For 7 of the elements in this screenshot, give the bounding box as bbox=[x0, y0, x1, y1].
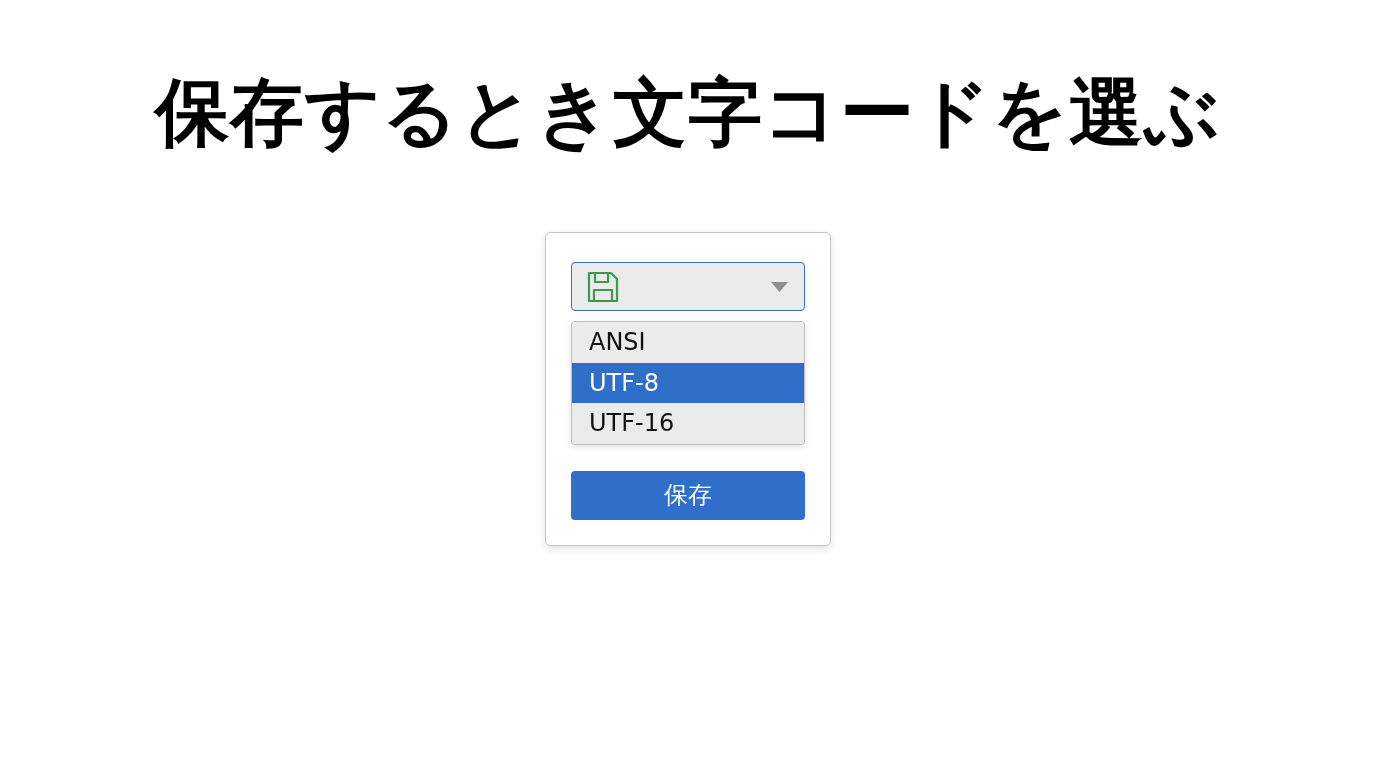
encoding-option[interactable]: UTF-8 bbox=[572, 362, 804, 403]
encoding-option[interactable]: UTF-16 bbox=[572, 403, 804, 444]
encoding-dropdown[interactable] bbox=[571, 262, 805, 311]
encoding-option[interactable]: ANSI bbox=[572, 322, 804, 363]
caret-icon bbox=[771, 281, 788, 292]
page-title: 保存するとき文字コードを選ぶ bbox=[155, 68, 1221, 156]
save-button[interactable]: 保存 bbox=[571, 470, 805, 520]
